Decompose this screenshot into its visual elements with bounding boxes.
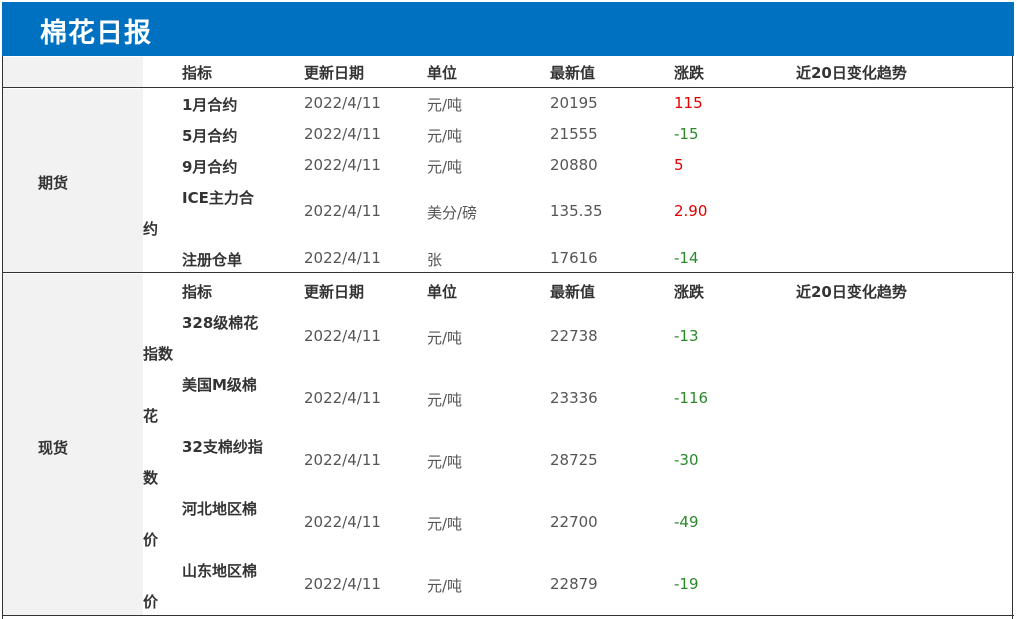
unit: 元/吨 [427,96,463,114]
header-trend: 近20日变化趋势 [796,64,907,82]
title-bar: 棉花日报 [2,2,1014,56]
divider [2,272,1014,273]
header-latest-value: 最新值 [550,64,596,82]
change-value: -30 [674,451,699,469]
indicator-name: 5月合约 [182,127,238,145]
indicator-name: 美国M级棉 [182,376,257,394]
latest-value: 22879 [550,575,598,593]
header-update-date: 更新日期 [304,64,365,82]
header-unit: 单位 [427,64,458,82]
update-date: 2022/4/11 [304,202,381,220]
unit: 张 [427,251,443,269]
category-column-futures [3,89,143,272]
unit: 元/吨 [427,329,463,347]
latest-value: 22738 [550,327,598,345]
update-date: 2022/4/11 [304,451,381,469]
header-unit: 单位 [427,283,458,301]
unit: 美分/磅 [427,204,478,222]
latest-value: 20880 [550,156,598,174]
category-column-spot [3,274,143,615]
indicator-name-wrap: 价 [143,531,159,549]
update-date: 2022/4/11 [304,249,381,267]
change-value: -19 [674,575,699,593]
indicator-name: 山东地区棉 [182,562,258,580]
header-indicator: 指标 [182,64,213,82]
change-value: -14 [674,249,699,267]
header-trend: 近20日变化趋势 [796,283,907,301]
latest-value: 22700 [550,513,598,531]
change-value: -116 [674,389,709,407]
latest-value: 28725 [550,451,598,469]
update-date: 2022/4/11 [304,125,381,143]
indicator-name: 1月合约 [182,96,238,114]
update-date: 2022/4/11 [304,94,381,112]
unit: 元/吨 [427,391,463,409]
indicator-name: 9月合约 [182,158,238,176]
indicator-name: 注册仓单 [182,251,243,269]
indicator-name-wrap: 数 [143,469,159,487]
indicator-name: 32支棉纱指 [182,438,263,456]
indicator-name-wrap: 指数 [143,345,174,363]
indicator-name-wrap: 花 [143,407,159,425]
indicator-name: 328级棉花 [182,314,259,332]
header-latest-value: 最新值 [550,283,596,301]
header-indicator: 指标 [182,283,213,301]
report-frame [2,2,1013,619]
unit: 元/吨 [427,453,463,471]
change-value: -15 [674,125,699,143]
category-label-spot: 现货 [38,439,69,457]
update-date: 2022/4/11 [304,513,381,531]
indicator-name-wrap: 价 [143,593,159,611]
header-update-date: 更新日期 [304,283,365,301]
update-date: 2022/4/11 [304,575,381,593]
divider [2,615,1014,616]
update-date: 2022/4/11 [304,389,381,407]
unit: 元/吨 [427,577,463,595]
indicator-name-wrap: 约 [143,220,159,238]
unit: 元/吨 [427,515,463,533]
latest-value: 135.35 [550,202,603,220]
report-title: 棉花日报 [40,18,152,49]
latest-value: 23336 [550,389,598,407]
latest-value: 20195 [550,94,598,112]
latest-value: 17616 [550,249,598,267]
change-value: 5 [674,156,684,174]
change-value: -13 [674,327,699,345]
unit: 元/吨 [427,127,463,145]
category-column-top [3,57,143,87]
change-value: -49 [674,513,699,531]
update-date: 2022/4/11 [304,327,381,345]
update-date: 2022/4/11 [304,156,381,174]
indicator-name: ICE主力合 [182,189,254,207]
header-change: 涨跌 [674,64,705,82]
divider [2,87,1014,88]
latest-value: 21555 [550,125,598,143]
unit: 元/吨 [427,158,463,176]
indicator-name: 河北地区棉 [182,500,258,518]
change-value: 2.90 [674,202,708,220]
change-value: 115 [674,94,703,112]
category-label-futures: 期货 [38,174,69,192]
header-change: 涨跌 [674,283,705,301]
